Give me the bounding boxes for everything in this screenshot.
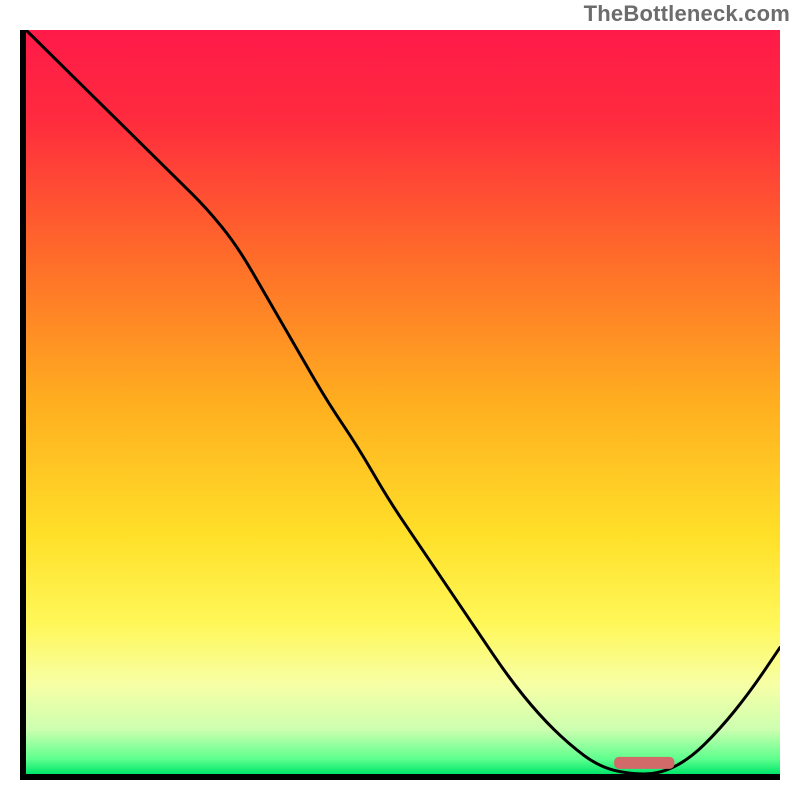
plot-area <box>20 30 780 780</box>
watermark-text: TheBottleneck.com <box>584 1 790 27</box>
chart-container: TheBottleneck.com <box>0 0 800 800</box>
optimal-band-marker <box>614 757 674 769</box>
curve-layer <box>26 30 780 774</box>
bottleneck-curve <box>26 30 780 774</box>
